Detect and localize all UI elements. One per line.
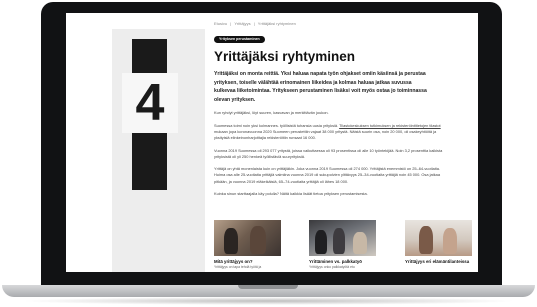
- body-paragraph: Kuinka sinun starttaajalla käy polulla? …: [214, 191, 368, 197]
- statistics-link[interactable]: Tilastokeskuksen tutkimuksen ja rekister…: [339, 123, 441, 128]
- related-articles: Mitä yrittäjyys on? Yrittäjyys on tapa t…: [214, 220, 472, 272]
- related-card[interactable]: Mitä yrittäjyys on? Yrittäjyys on tapa t…: [214, 220, 281, 270]
- paragraph-text: mukaan jopa koronavuonna 2020 Suomeen pe…: [214, 128, 437, 141]
- breadcrumb-home[interactable]: Etusivu: [214, 21, 227, 26]
- related-card[interactable]: Yrittäminen vs. palkkatyö Yrittäjyys onk…: [309, 220, 376, 270]
- card-title: Yrittäjyys eri elämäntilanteissa: [405, 259, 470, 264]
- page-title: Yrittäjäksi ryhtyminen: [214, 49, 356, 64]
- body-paragraph: Suomessa toimi noin yksi kolmannes. työl…: [214, 123, 446, 142]
- card-image: [405, 220, 472, 256]
- card-image: [214, 220, 281, 256]
- related-card[interactable]: Yrittäjyys eri elämäntilanteissa: [405, 220, 472, 265]
- laptop-notch: [238, 285, 298, 289]
- laptop-shadow: [20, 297, 517, 305]
- article: Etusivu | Yrittäjyys | Yrittäjäksi ryhty…: [214, 21, 474, 197]
- body-paragraph: Kun ryhdyt yrittäjäksi, löyt suuren, kas…: [214, 110, 329, 116]
- body-paragraph: Yrittäjä on yhtä monenlaista kuin on yri…: [214, 166, 440, 184]
- body-paragraph: Vuonna 2019 Suomessa oli 293 077 yrityst…: [214, 147, 443, 159]
- category-tag[interactable]: Yrityksen perustaminen: [214, 35, 265, 43]
- breadcrumb: Etusivu | Yrittäjyys | Yrittäjäksi ryhty…: [214, 21, 474, 27]
- lead-paragraph: Yrittäjäksi on monta reittiä. Yksi halua…: [214, 71, 427, 103]
- breadcrumb-separator: |: [253, 21, 255, 26]
- card-text: Yrittäjyys onko palkkatyötä etu: [309, 264, 355, 269]
- laptop-screen: 4 Etusivu | Yrittäjyys | Yrittäjäksi ryh…: [66, 13, 478, 272]
- breadcrumb-separator: |: [230, 21, 232, 26]
- breadcrumb-current: Yrittäjäksi ryhtyminen: [257, 21, 296, 26]
- card-image: [309, 220, 376, 256]
- card-text: Yrittäjyys on tapa tehdä työtä ja: [214, 264, 262, 269]
- hero-number: 4: [122, 73, 178, 133]
- breadcrumb-section[interactable]: Yrittäjyys: [234, 21, 250, 26]
- paragraph-text: Suomessa toimi noin yksi kolmannes. työl…: [214, 122, 340, 128]
